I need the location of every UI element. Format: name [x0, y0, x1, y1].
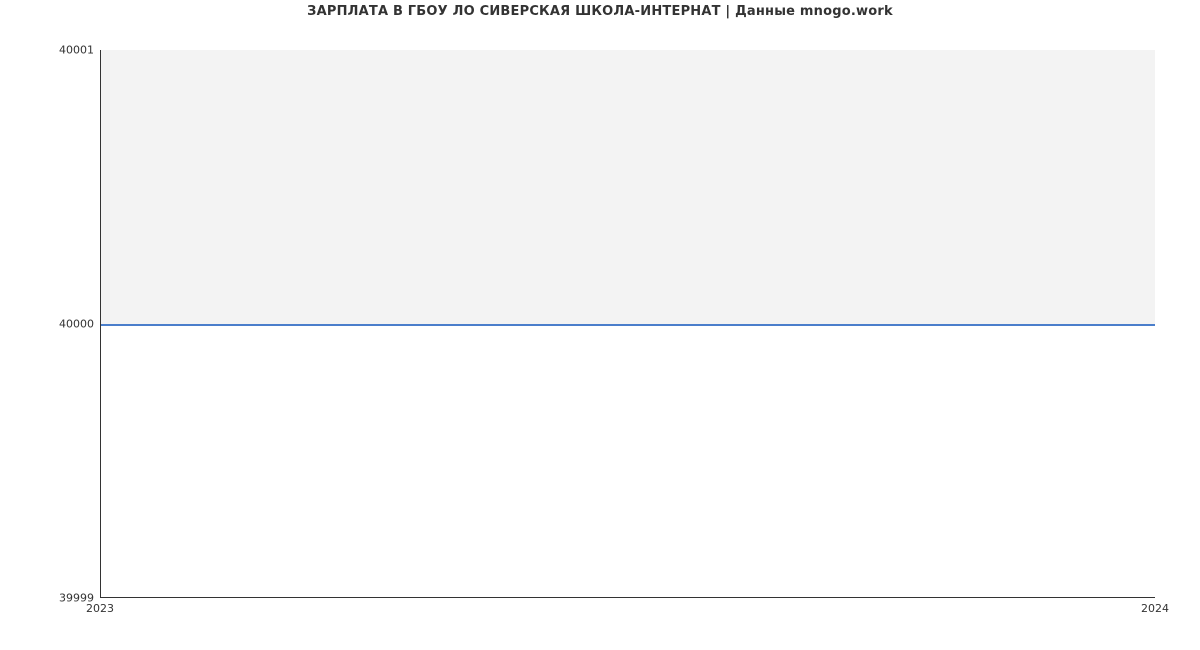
y-tick-label: 39999: [4, 592, 94, 605]
x-tick-label: 2024: [1141, 602, 1169, 615]
chart-title: ЗАРПЛАТА В ГБОУ ЛО СИВЕРСКАЯ ШКОЛА-ИНТЕР…: [0, 4, 1200, 19]
plot-background-upper: [101, 50, 1155, 324]
x-tick-label: 2023: [86, 602, 114, 615]
plot-area: [100, 50, 1155, 598]
y-tick-label: 40000: [4, 318, 94, 331]
salary-line: [101, 324, 1155, 326]
y-tick-label: 40001: [4, 44, 94, 57]
salary-chart: ЗАРПЛАТА В ГБОУ ЛО СИВЕРСКАЯ ШКОЛА-ИНТЕР…: [0, 0, 1200, 650]
